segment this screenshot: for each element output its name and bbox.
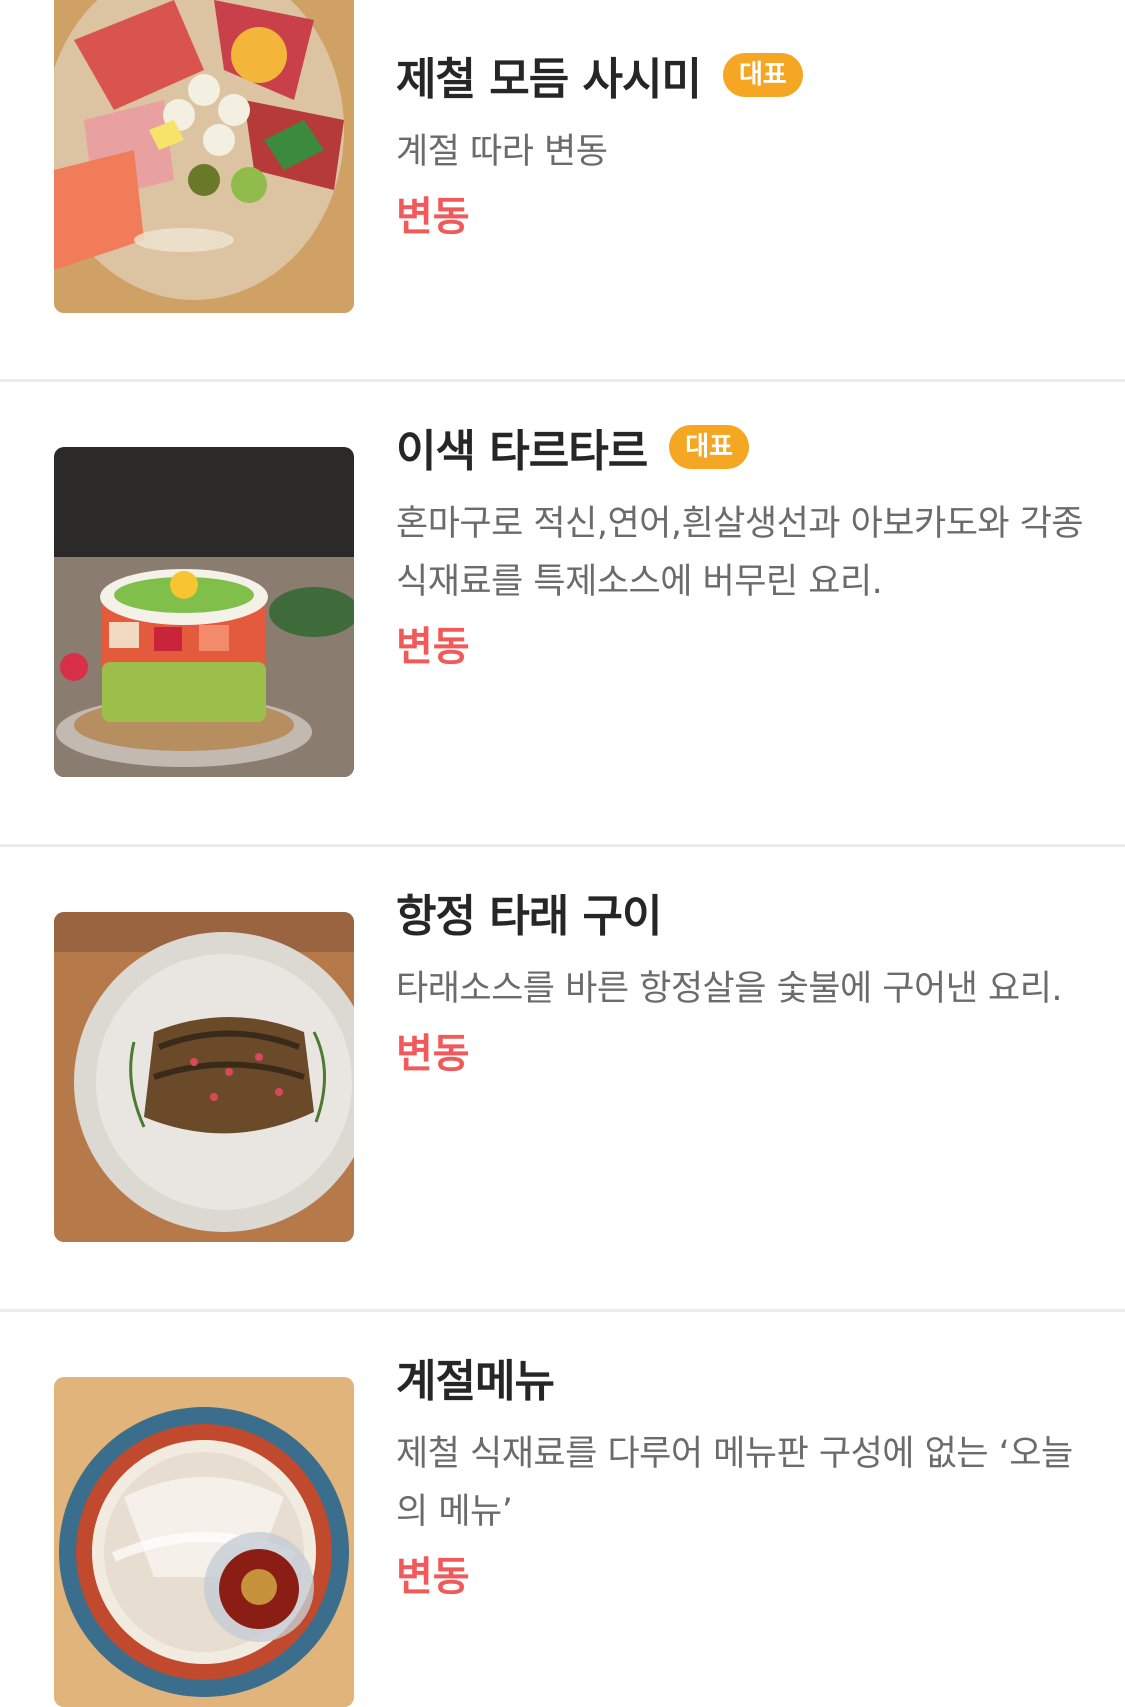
menu-item[interactable]: 항정 타래 구이 타래소스를 바른 항정살을 숯불에 구어낸 요리. 변동 — [0, 847, 1125, 1309]
menu-item-description: 타래소스를 바른 항정살을 숯불에 구어낸 요리. — [396, 969, 1063, 1009]
menu-item-info: 제철 모듬 사시미 대표 계절 따라 변동 변동 — [396, 45, 1085, 247]
menu-item-name: 계절메뉴 — [396, 1356, 555, 1407]
title-row: 이색 타르타르 대표 — [396, 417, 1085, 477]
menu-item-description: 혼마구로 적신,연어,흰살생선과 아보카도와 각종 식재료를 특제소스에 버무린… — [396, 504, 1084, 602]
menu-item-description: 계절 따라 변동 — [396, 132, 608, 172]
representative-badge: 대표 — [669, 425, 750, 469]
title-row: 제철 모듬 사시미 대표 — [396, 45, 1085, 105]
menu-item-info: 이색 타르타르 대표 혼마구로 적신,연어,흰살생선과 아보카도와 각종 식재료… — [396, 417, 1085, 677]
sashimi-platter-photo[interactable] — [54, 0, 354, 313]
seasonal-dish-photo[interactable] — [54, 1377, 354, 1707]
representative-badge: 대표 — [723, 53, 803, 97]
menu-item-name: 제철 모듬 사시미 — [396, 54, 702, 105]
menu-list: 제철 모듬 사시미 대표 계절 따라 변동 변동 이색 타르타르 대표 혼마구로… — [0, 0, 1125, 1707]
menu-item[interactable]: 제철 모듬 사시미 대표 계절 따라 변동 변동 — [0, 0, 1125, 379]
menu-item-name: 이색 타르타르 — [396, 426, 648, 477]
tartare-photo[interactable] — [54, 447, 354, 777]
menu-item-price: 변동 — [396, 1031, 470, 1077]
menu-item-name: 항정 타래 구이 — [396, 891, 663, 942]
menu-item-info: 항정 타래 구이 타래소스를 바른 항정살을 숯불에 구어낸 요리. 변동 — [396, 882, 1085, 1084]
grilled-pork-jowl-photo[interactable] — [54, 912, 354, 1242]
menu-item-price: 변동 — [396, 194, 470, 240]
menu-item-info: 계절메뉴 제철 식재료를 다루어 메뉴판 구성에 없는 ‘오늘의 메뉴’ 변동 — [396, 1347, 1085, 1607]
menu-item[interactable]: 이색 타르타르 대표 혼마구로 적신,연어,흰살생선과 아보카도와 각종 식재료… — [0, 382, 1125, 844]
title-row: 항정 타래 구이 — [396, 882, 1085, 942]
menu-item[interactable]: 계절메뉴 제철 식재료를 다루어 메뉴판 구성에 없는 ‘오늘의 메뉴’ 변동 — [0, 1312, 1125, 1707]
title-row: 계절메뉴 — [396, 1347, 1085, 1407]
menu-item-description: 제철 식재료를 다루어 메뉴판 구성에 없는 ‘오늘의 메뉴’ — [396, 1434, 1073, 1532]
menu-item-price: 변동 — [396, 1554, 470, 1600]
menu-item-price: 변동 — [396, 624, 470, 670]
